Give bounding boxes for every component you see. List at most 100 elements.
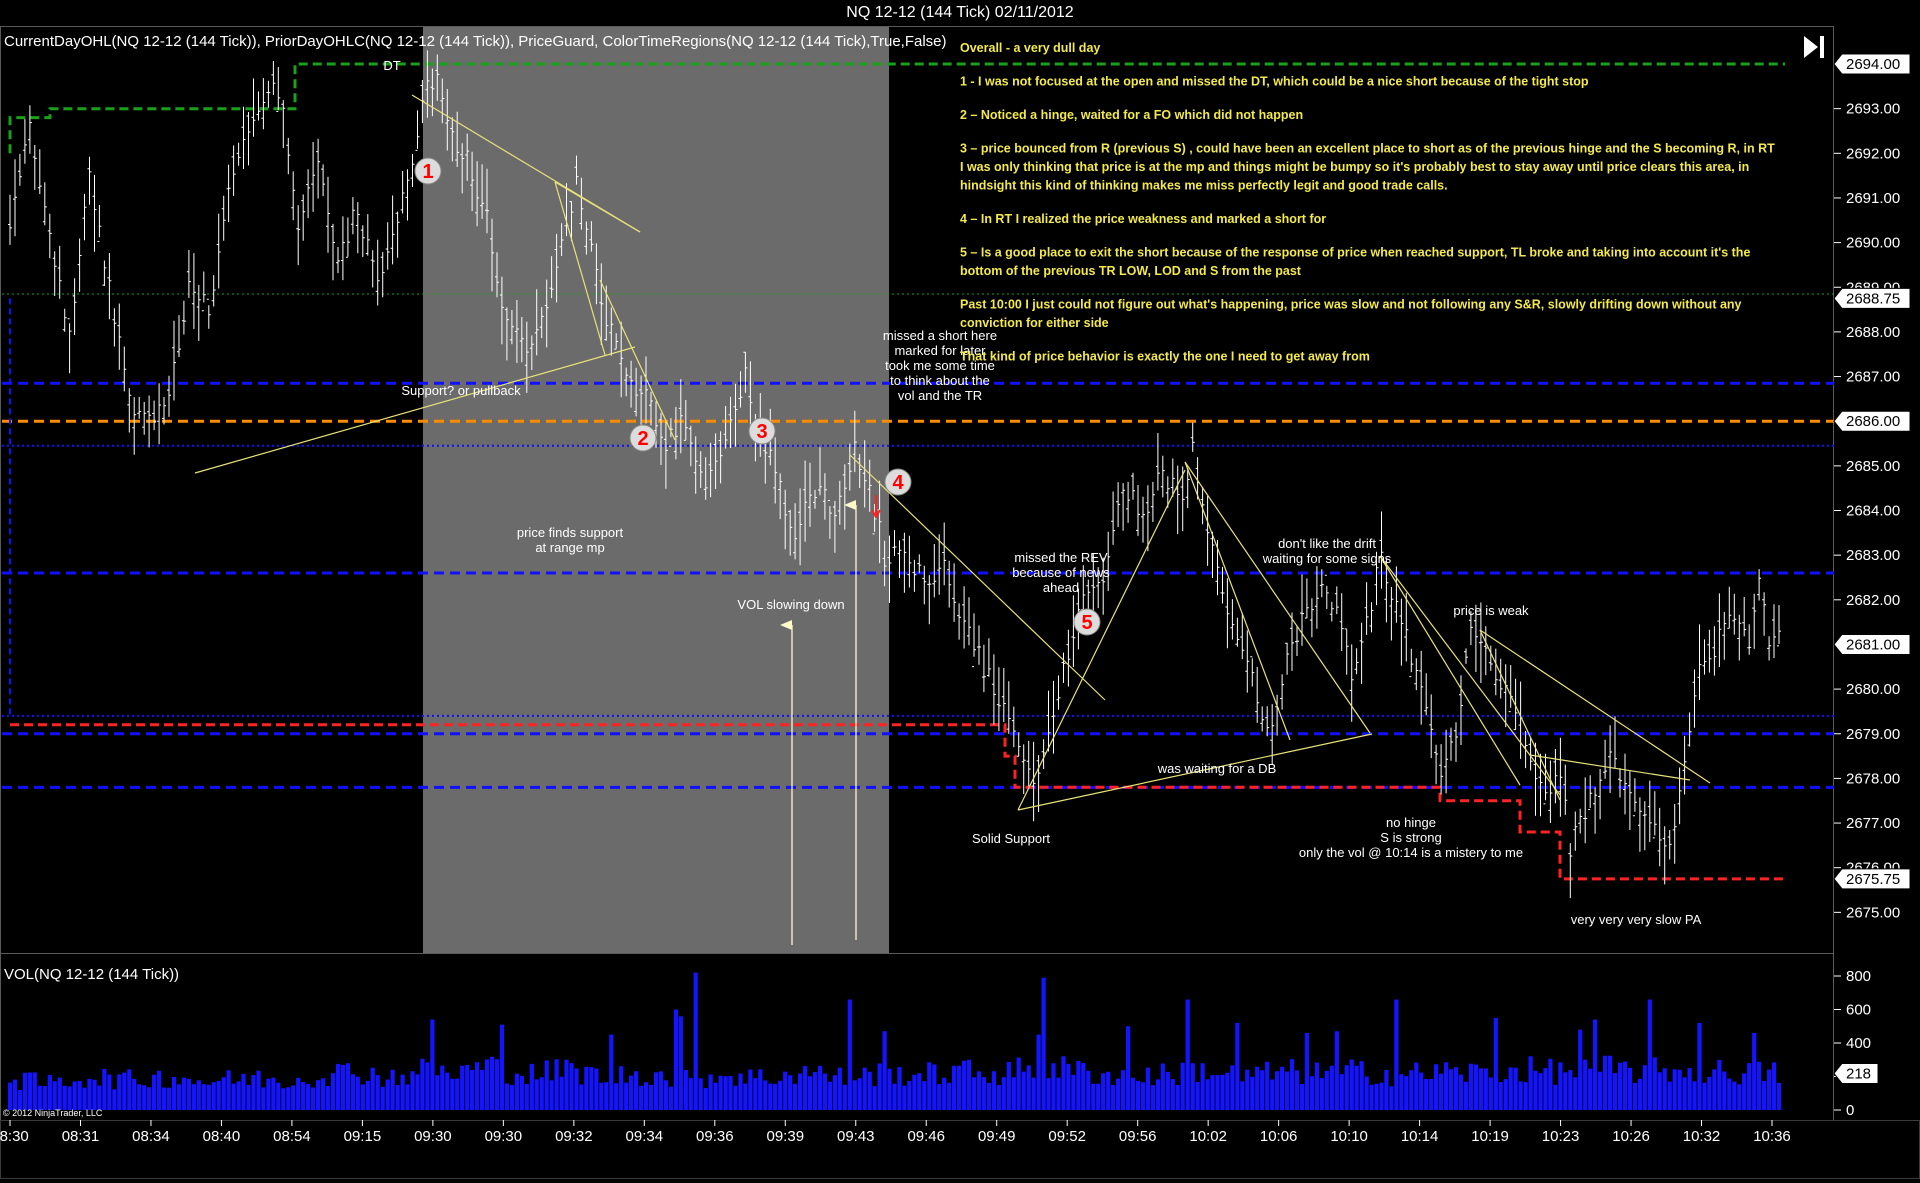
price-label-text: 2681.00 (1846, 636, 1900, 653)
trade-note-1: 1 - I was not focused at the open and mi… (960, 75, 1589, 89)
trade-note-0: Overall - a very dull day (960, 41, 1100, 55)
price-tick-label: 2683.00 (1846, 547, 1900, 564)
chart-canvas[interactable]: 1 2 3 4 5 DT Support? or pullback price finds … (0, 26, 1920, 1183)
trade-note-line: conviction for either side (960, 316, 1109, 330)
time-tick-label: 10:10 (1330, 1128, 1368, 1145)
price-axis[interactable]: 2695.00 2694.00 2693.00 2692.00 2691.00 2690.… (1833, 26, 1911, 921)
volume-tick-label: 0 (1846, 1102, 1854, 1119)
trade-note-line: 3 – price bounced from R (previous S) , … (960, 142, 1775, 156)
volume-caption: VOL(NQ 12-12 (144 Tick)) (4, 966, 179, 983)
price-tick-label: 2684.00 (1846, 503, 1900, 520)
indicator-caption: CurrentDayOHL(NQ 12-12 (144 Tick)), Prio… (4, 33, 947, 50)
time-tick-label: 09:34 (626, 1128, 664, 1145)
price-label-text: 2675.75 (1846, 871, 1900, 888)
trade-note-line: 1 - I was not focused at the open and mi… (960, 75, 1589, 89)
trade-marker-label: 2 (637, 428, 648, 450)
annotation-11: very very very slow PA (1571, 912, 1702, 927)
price-tick-label: 2690.00 (1846, 235, 1900, 252)
time-tick-label: 10:26 (1612, 1128, 1650, 1145)
annotation-line: because of news (1012, 565, 1110, 580)
annotation-0: DT (383, 58, 400, 73)
time-tick-label: 09:56 (1119, 1128, 1157, 1145)
trade-note-line: I was only thinking that price is at the… (960, 160, 1749, 174)
price-tick-label: 2688.00 (1846, 324, 1900, 341)
annotation-line: missed a short here (883, 328, 997, 343)
price-tick-label: 2679.00 (1846, 726, 1900, 743)
annotation-line: DT (383, 58, 400, 73)
trade-note-7: That kind of price behavior is exactly t… (960, 350, 1370, 364)
price-label-text: 2688.75 (1846, 290, 1900, 307)
volume-tick-label: 800 (1846, 968, 1871, 985)
price-tick-label: 2687.00 (1846, 369, 1900, 386)
time-tick-label: 10:23 (1542, 1128, 1580, 1145)
time-tick-label: 09:30 (414, 1128, 452, 1145)
annotation-line: at range mp (535, 540, 604, 555)
time-tick-label: 09:30 (485, 1128, 523, 1145)
volume-axis[interactable]: 8006004002000218 (1833, 968, 1879, 1119)
annotation-line: S is strong (1380, 830, 1441, 845)
price-tick-label: 2695.00 (1846, 26, 1900, 28)
price-tick-label: 2678.00 (1846, 770, 1900, 787)
time-tick-label: 09:43 (837, 1128, 875, 1145)
price-tick-label: 2692.00 (1846, 145, 1900, 162)
trade-note-line: 5 – Is a good place to exit the short be… (960, 246, 1750, 260)
time-tick-label: 09:46 (907, 1128, 945, 1145)
price-tick-label: 2685.00 (1846, 458, 1900, 475)
price-label-4: 2675.75 (1833, 868, 1911, 890)
annotation-line: price is weak (1453, 603, 1529, 618)
price-tick-label: 2675.00 (1846, 904, 1900, 921)
annotation-line: price finds support (517, 525, 624, 540)
time-tick-label: 10:06 (1260, 1128, 1298, 1145)
trade-note-line: bottom of the previous TR LOW, LOD and S… (960, 264, 1302, 278)
trade-note-line: That kind of price behavior is exactly t… (960, 350, 1370, 364)
time-tick-label: 09:15 (344, 1128, 382, 1145)
annotation-1: Support? or pullback (401, 383, 521, 398)
annotation-6: don't like the driftwaiting for some sig… (1262, 536, 1392, 566)
copyright-label: © 2012 NinjaTrader, LLC (3, 1108, 103, 1118)
annotation-7: price is weak (1453, 603, 1529, 618)
trade-marker-3: 3 (748, 417, 776, 445)
annotation-line: vol and the TR (898, 388, 982, 403)
price-tick-label: 2682.00 (1846, 592, 1900, 609)
annotation-line: Solid Support (972, 831, 1050, 846)
time-tick-label: 08:30 (0, 1128, 29, 1145)
trade-marker-label: 3 (756, 421, 767, 443)
annotation-8: was waiting for a DB (1157, 761, 1277, 776)
time-tick-label: 10:19 (1471, 1128, 1509, 1145)
annotation-line: to think about the (890, 373, 990, 388)
volume-last-text: 218 (1846, 1065, 1871, 1082)
trade-note-line: 4 – In RT I realized the price weakness … (960, 212, 1326, 226)
price-label-0: 2694.00 (1833, 53, 1911, 75)
price-tick-label: 2677.00 (1846, 815, 1900, 832)
time-tick-label: 09:52 (1048, 1128, 1086, 1145)
price-label-3: 2681.00 (1833, 633, 1911, 655)
annotation-line: don't like the drift (1278, 536, 1376, 551)
annotation-line: was waiting for a DB (1157, 761, 1277, 776)
annotation-line: VOL slowing down (737, 597, 844, 612)
trade-marker-2: 2 (629, 424, 657, 452)
trade-marker-label: 5 (1081, 612, 1092, 634)
time-tick-label: 08:34 (132, 1128, 170, 1145)
time-tick-label: 08:31 (62, 1128, 100, 1145)
time-tick-label: 09:32 (555, 1128, 593, 1145)
volume-last-label: 218 (1833, 1062, 1879, 1084)
trade-note-2: 2 – Noticed a hinge, waited for a FO whi… (960, 108, 1303, 122)
trade-marker-1: 1 (414, 157, 442, 185)
time-tick-label: 08:54 (273, 1128, 311, 1145)
trade-note-line: Overall - a very dull day (960, 41, 1100, 55)
price-label-1: 2688.75 (1833, 287, 1911, 309)
time-tick-label: 08:40 (203, 1128, 241, 1145)
annotation-line: waiting for some signs (1262, 551, 1392, 566)
annotation-line: only the vol @ 10:14 is a mistery to me (1299, 845, 1523, 860)
price-label-text: 2694.00 (1846, 56, 1900, 73)
trade-note-line: hindsight this kind of thinking makes me… (960, 179, 1448, 193)
annotation-line: Support? or pullback (401, 383, 521, 398)
trade-note-line: Past 10:00 I just could not figure out w… (960, 298, 1742, 312)
annotation-line: missed the REV (1014, 550, 1108, 565)
annotation-line: very very very slow PA (1571, 912, 1702, 927)
price-tick-label: 2691.00 (1846, 190, 1900, 207)
annotation-4: VOL slowing down (737, 597, 844, 612)
annotation-line: ahead (1043, 580, 1079, 595)
volume-tick-label: 400 (1846, 1035, 1871, 1052)
volume-tick-label: 600 (1846, 1002, 1871, 1019)
